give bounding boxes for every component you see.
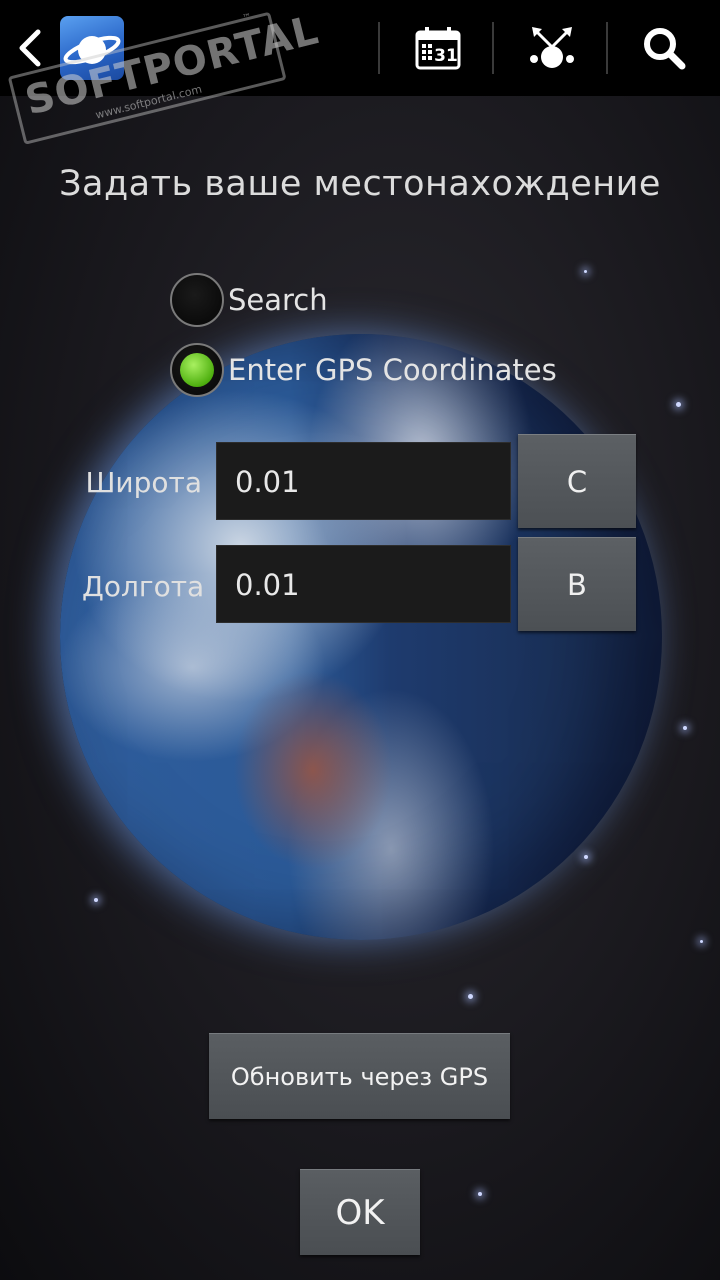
star — [468, 994, 473, 999]
constellation-icon — [530, 27, 574, 68]
calendar-day: 31 — [434, 46, 458, 66]
star — [683, 726, 687, 730]
calendar-icon: 31 — [415, 27, 461, 70]
star — [700, 940, 703, 943]
star — [676, 402, 681, 407]
update-via-gps-button[interactable]: Обновить через GPS — [209, 1033, 510, 1119]
star — [94, 898, 98, 902]
constellation-button[interactable] — [496, 0, 608, 96]
latitude-hemisphere-button[interactable]: C — [518, 434, 636, 528]
calendar-button[interactable]: 31 — [382, 0, 494, 96]
star — [584, 270, 587, 273]
search-button[interactable] — [608, 0, 720, 96]
back-icon[interactable] — [14, 28, 46, 68]
app-logo-icon[interactable] — [60, 16, 124, 80]
latitude-label: Широта — [85, 466, 202, 499]
longitude-hemisphere-button[interactable]: B — [518, 537, 636, 631]
radio-label: Search — [228, 283, 328, 317]
star — [478, 1192, 482, 1196]
divider — [492, 22, 494, 74]
ok-button[interactable]: OK — [300, 1169, 420, 1255]
longitude-label: Долгота — [82, 570, 205, 603]
search-icon — [644, 28, 686, 70]
radio-option-search[interactable]: Search — [170, 272, 328, 328]
radio-option-gps[interactable]: Enter GPS Coordinates — [170, 342, 557, 398]
earth-background-image — [60, 334, 662, 940]
divider — [378, 22, 380, 74]
dialog-title: Задать ваше местонахождение — [59, 164, 661, 204]
radio-button-selected[interactable] — [170, 343, 224, 397]
radio-button[interactable] — [170, 273, 224, 327]
longitude-input[interactable]: 0.01 — [216, 545, 511, 623]
star — [584, 855, 588, 859]
latitude-input[interactable]: 0.01 — [216, 442, 511, 520]
action-bar: 31 — [0, 0, 720, 96]
radio-label: Enter GPS Coordinates — [228, 353, 557, 387]
